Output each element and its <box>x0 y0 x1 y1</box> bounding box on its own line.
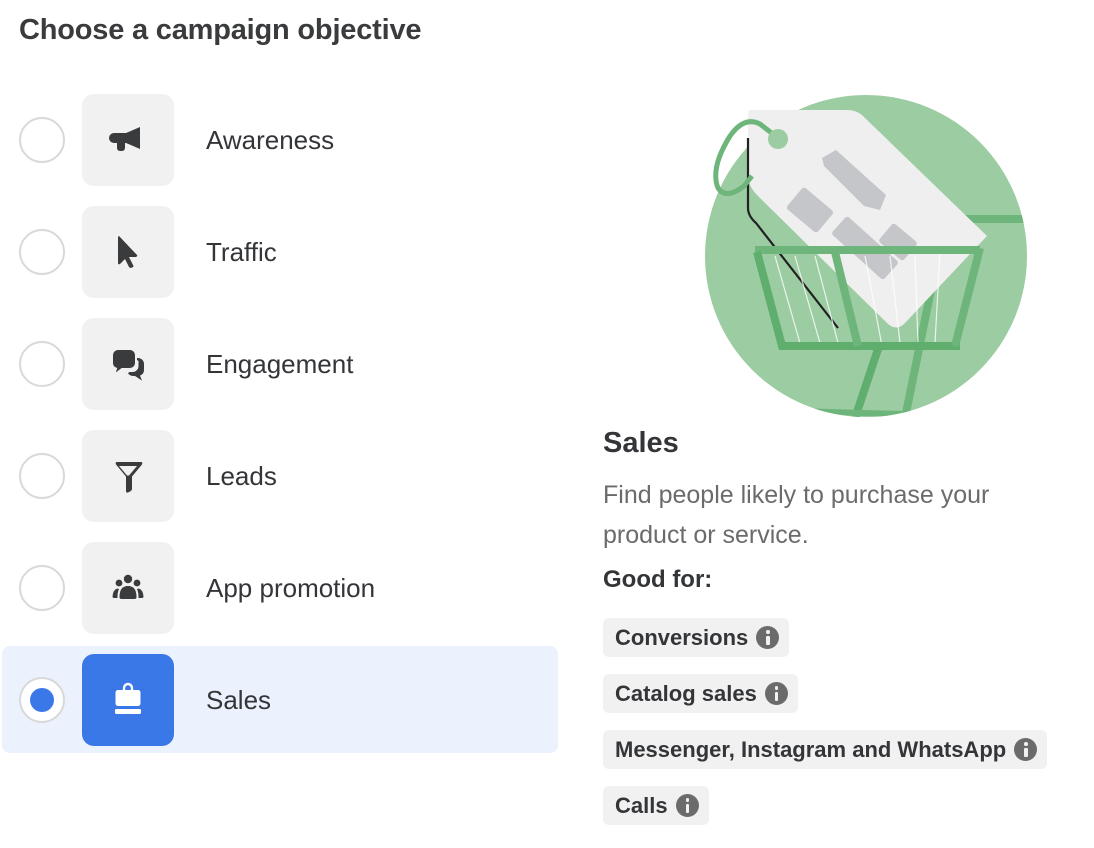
objective-option-traffic[interactable]: Traffic <box>2 198 558 305</box>
tag-label: Conversions <box>615 624 749 650</box>
objective-option-awareness[interactable]: Awareness <box>2 86 558 193</box>
tag-calls: Calls <box>603 786 709 825</box>
shopping-bag-icon <box>82 654 174 746</box>
tag-label: Calls <box>615 792 668 818</box>
radio-button[interactable] <box>19 565 65 611</box>
radio-dot <box>30 688 54 712</box>
tag-catalog-sales: Catalog sales <box>603 674 798 713</box>
megaphone-icon <box>82 94 174 186</box>
info-icon[interactable] <box>764 682 788 705</box>
objective-detail-description: Find people likely to purchase your prod… <box>603 481 990 549</box>
tag-conversions: Conversions <box>603 618 790 657</box>
cursor-icon <box>82 206 174 298</box>
funnel-icon <box>82 430 174 522</box>
people-icon <box>82 542 174 634</box>
good-for-label: Good for: <box>603 566 713 593</box>
info-icon[interactable] <box>756 626 780 649</box>
radio-button[interactable] <box>19 229 65 275</box>
tag-label: Messenger, Instagram and WhatsApp <box>615 736 1007 762</box>
objective-label: Sales <box>206 685 272 715</box>
objective-option-engagement[interactable]: Engagement <box>2 310 558 417</box>
radio-button[interactable] <box>19 453 65 499</box>
objective-option-sales[interactable]: Sales <box>2 646 558 753</box>
objective-label: Engagement <box>206 349 354 379</box>
objective-detail-title: Sales <box>603 427 679 459</box>
chat-bubbles-icon <box>82 318 174 410</box>
objective-list: Awareness Traffic Engagement Leads App p… <box>2 86 558 758</box>
objective-label: App promotion <box>206 573 376 603</box>
objective-label: Traffic <box>206 237 277 267</box>
page-title: Choose a campaign objective <box>19 14 422 46</box>
shopping-cart-price-tag-illustration <box>700 88 1040 423</box>
radio-button[interactable] <box>19 341 65 387</box>
objective-option-leads[interactable]: Leads <box>2 422 558 529</box>
objective-label: Leads <box>206 461 277 491</box>
radio-button-selected[interactable] <box>19 677 65 723</box>
objective-label: Awareness <box>206 125 335 155</box>
objective-option-app-promotion[interactable]: App promotion <box>2 534 558 641</box>
tag-label: Catalog sales <box>615 680 757 706</box>
tag-messenger-instagram-whatsapp: Messenger, Instagram and WhatsApp <box>603 730 1048 769</box>
info-icon[interactable] <box>675 794 699 817</box>
info-icon[interactable] <box>1014 738 1038 761</box>
good-for-tag-list: Conversions Catalog sales Messenger, Ins… <box>603 618 1048 842</box>
radio-button[interactable] <box>19 117 65 163</box>
